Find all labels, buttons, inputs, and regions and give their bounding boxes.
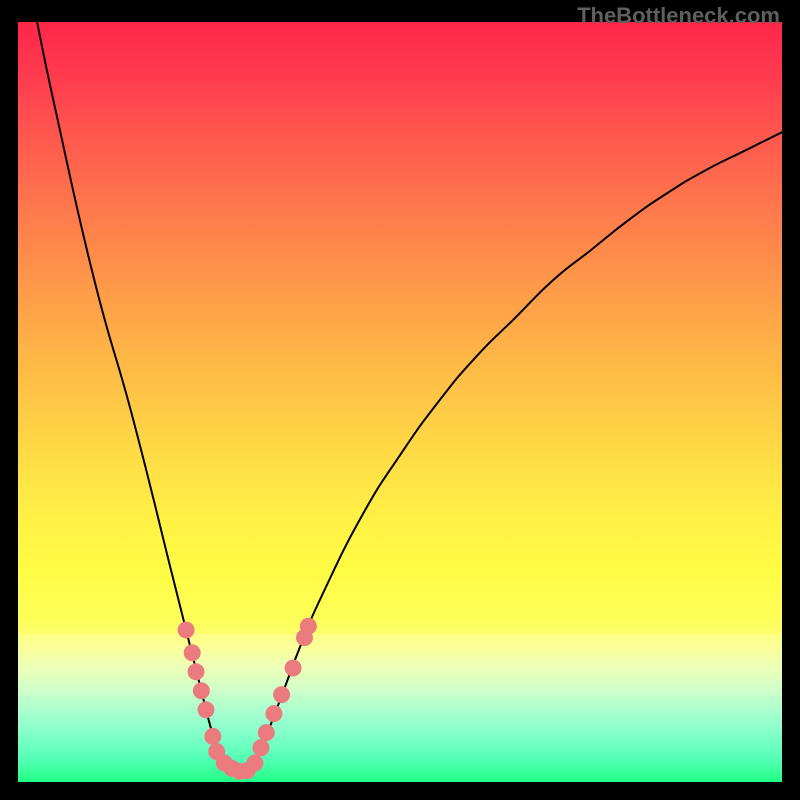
curve-marker (184, 644, 201, 661)
curve-marker (204, 728, 221, 745)
curve-marker (285, 660, 302, 677)
curve-marker (178, 622, 195, 639)
curve-marker (300, 618, 317, 635)
curve-marker (188, 663, 205, 680)
curve-marker (273, 686, 290, 703)
chart-svg (18, 22, 782, 782)
watermark-text: TheBottleneck.com (577, 3, 780, 29)
curve-marker (197, 701, 214, 718)
curve-marker (193, 682, 210, 699)
chart-area (18, 22, 782, 782)
markers-right-group (246, 618, 316, 772)
markers-left-group (178, 622, 256, 780)
curve-marker (246, 755, 263, 772)
left-curve (37, 22, 243, 773)
right-curve (243, 132, 782, 773)
curve-marker (258, 724, 275, 741)
curve-marker (252, 739, 269, 756)
curve-marker (265, 705, 282, 722)
